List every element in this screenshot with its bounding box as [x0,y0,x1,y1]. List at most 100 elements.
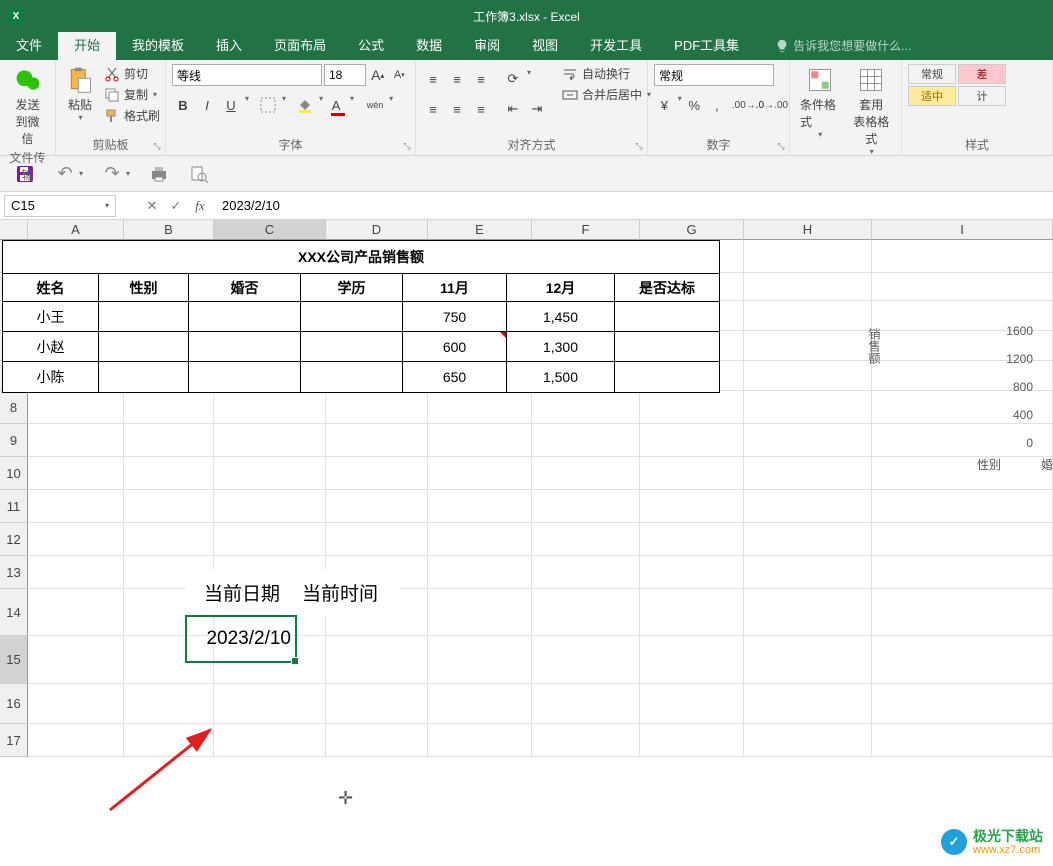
tab-view[interactable]: 视图 [516,29,574,60]
cell-A8[interactable] [28,391,124,424]
col-header-E[interactable]: E [428,220,532,240]
table-row-0-col-2[interactable] [189,302,301,332]
table-row-1-col-6[interactable] [615,332,719,362]
name-box-input[interactable] [11,198,81,213]
tab-formulas[interactable]: 公式 [342,29,400,60]
tab-developer[interactable]: 开发工具 [574,29,658,60]
conditional-format-button[interactable]: 条件格式 ▾ [796,64,844,141]
cell-F11[interactable] [532,490,640,523]
cell-H2[interactable] [744,273,872,301]
cell-A11[interactable] [28,490,124,523]
cell-A12[interactable] [28,523,124,556]
chevron-down-icon[interactable]: ▾ [527,68,531,90]
cell-C15[interactable] [214,636,326,684]
tell-me[interactable]: 告诉我您想要做什么... [775,31,911,60]
col-header-I[interactable]: I [872,220,1053,240]
print-button[interactable] [148,163,170,185]
row-header-10[interactable]: 10 [0,457,28,490]
cell-D16[interactable] [326,684,428,724]
row-header-14[interactable]: 14 [0,589,28,636]
cell-H10[interactable] [744,457,872,490]
col-header-C[interactable]: C [214,220,326,240]
preview-button[interactable] [188,163,210,185]
cell-G9[interactable] [640,424,744,457]
table-row-1-col-3[interactable] [301,332,403,362]
select-all-button[interactable] [0,220,28,240]
cell-G15[interactable] [640,636,744,684]
font-color-button[interactable]: A [325,94,347,116]
cell-G10[interactable] [640,457,744,490]
table-row-2-col-5[interactable]: 1,500 [507,362,615,392]
cell-D12[interactable] [326,523,428,556]
cell-E8[interactable] [428,391,532,424]
wrap-text-button[interactable]: 自动换行 [560,64,653,83]
cell-F16[interactable] [532,684,640,724]
number-format-select[interactable] [654,64,774,86]
cell-H6[interactable] [744,331,872,361]
style-good[interactable]: 适中 [908,86,956,106]
row-header-8[interactable]: 8 [0,391,28,424]
cell-B11[interactable] [124,490,214,523]
cell-I13[interactable] [872,556,1053,589]
copy-button[interactable]: 复制▾ [102,85,162,104]
chevron-down-icon[interactable]: ▾ [350,94,354,116]
table-row-0-col-4[interactable]: 750 [403,302,507,332]
cell-F14[interactable] [532,589,640,636]
cell-I2[interactable] [872,273,1053,301]
cancel-formula-button[interactable]: ✕ [140,198,164,214]
tab-review[interactable]: 审阅 [458,29,516,60]
cell-H11[interactable] [744,490,872,523]
align-top-button[interactable]: ≡ [422,68,444,90]
cell-B8[interactable] [124,391,214,424]
cut-button[interactable]: 剪切 [102,64,162,83]
row-header-11[interactable]: 11 [0,490,28,523]
decrease-font-button[interactable]: A▾ [390,64,410,86]
cell-I15[interactable] [872,636,1053,684]
table-row-1-col-1[interactable] [99,332,189,362]
col-header-B[interactable]: B [124,220,214,240]
paste-button[interactable]: 粘贴 ▾ [62,64,98,124]
bold-button[interactable]: B [172,94,194,116]
decrease-decimal-button[interactable]: .0→.00 [761,94,783,116]
cell-H16[interactable] [744,684,872,724]
cell-B17[interactable] [124,724,214,757]
cell-H17[interactable] [744,724,872,757]
currency-button[interactable]: ¥ [654,94,675,116]
cell-I16[interactable] [872,684,1053,724]
table-row-1-col-0[interactable]: 小赵 [3,332,99,362]
cell-G17[interactable] [640,724,744,757]
cell-F13[interactable] [532,556,640,589]
cell-H9[interactable] [744,424,872,457]
cell-A17[interactable] [28,724,124,757]
row-header-12[interactable]: 12 [0,523,28,556]
cell-G14[interactable] [640,589,744,636]
cell-D8[interactable] [326,391,428,424]
cell-E16[interactable] [428,684,532,724]
chevron-down-icon[interactable]: ▾ [105,201,109,210]
cell-H5[interactable] [744,301,872,331]
clipboard-dialog-launcher[interactable]: ⤡ [151,141,163,153]
tab-data[interactable]: 数据 [400,29,458,60]
align-center-button[interactable]: ≡ [446,98,468,120]
align-bottom-button[interactable]: ≡ [470,68,492,90]
cell-C9[interactable] [214,424,326,457]
align-right-button[interactable]: ≡ [470,98,492,120]
cell-I11[interactable] [872,490,1053,523]
cell-E17[interactable] [428,724,532,757]
phonetic-button[interactable]: wén [364,94,386,116]
decrease-indent-button[interactable]: ⇤ [502,98,524,120]
undo-button[interactable]: ↶ [54,163,76,185]
style-bad[interactable]: 差 [958,64,1006,84]
chevron-down-icon[interactable]: ▾ [389,94,393,116]
border-button[interactable] [257,94,279,116]
fx-button[interactable]: fx [188,198,212,214]
tab-layout[interactable]: 页面布局 [258,29,342,60]
percent-button[interactable]: % [684,94,705,116]
tab-file[interactable]: 文件 [0,29,58,60]
cell-H8[interactable] [744,391,872,424]
font-name-select[interactable] [172,64,322,86]
cell-I14[interactable] [872,589,1053,636]
style-normal[interactable]: 常规 [908,64,956,84]
align-dialog-launcher[interactable]: ⤡ [633,141,645,153]
align-middle-button[interactable]: ≡ [446,68,468,90]
